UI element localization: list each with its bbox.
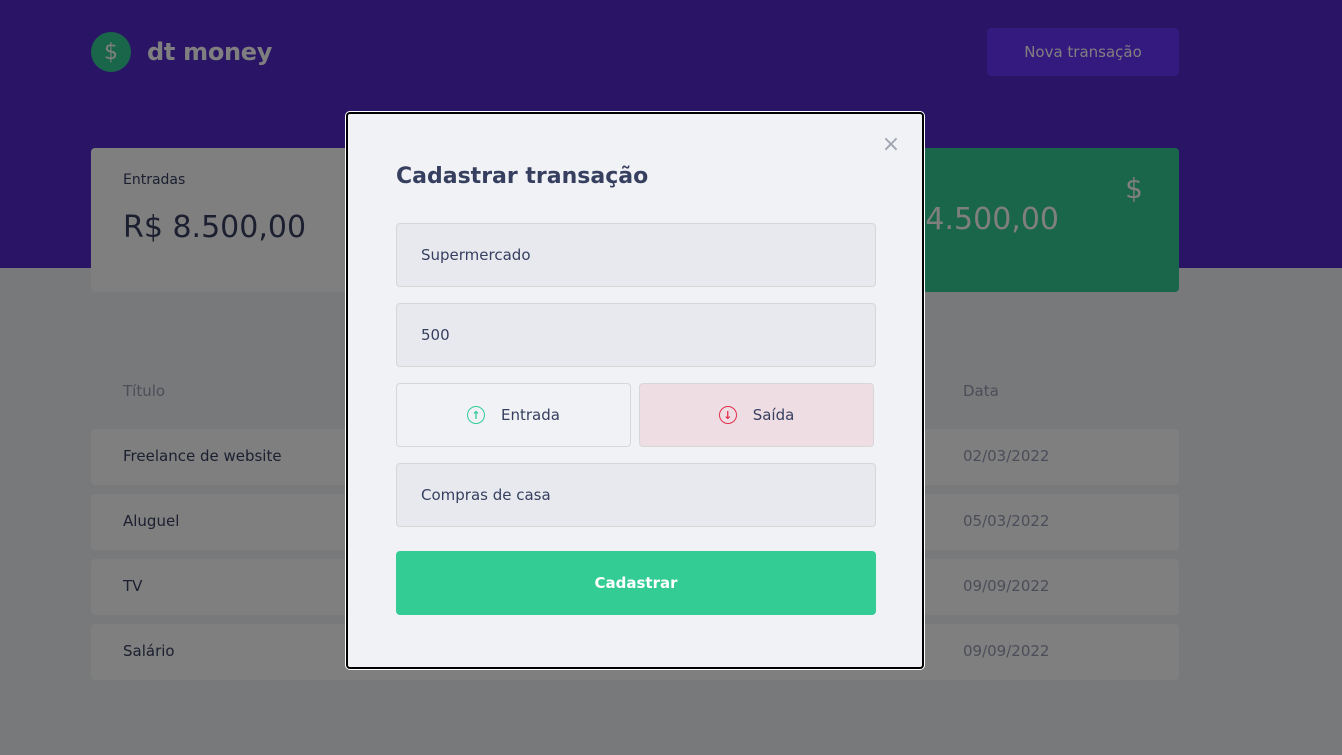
- title-input[interactable]: [396, 223, 876, 287]
- arrow-up-circle-icon: ↑: [467, 406, 486, 424]
- outcome-type-button[interactable]: ↓ Saída: [639, 383, 874, 447]
- submit-button[interactable]: Cadastrar: [396, 551, 876, 615]
- transaction-type-selector: ↑ Entrada ↓ Saída: [396, 383, 874, 447]
- category-input[interactable]: [396, 463, 876, 527]
- income-type-label: Entrada: [501, 406, 560, 424]
- outcome-type-label: Saída: [752, 406, 795, 424]
- arrow-down-circle-icon: ↓: [718, 406, 737, 424]
- close-icon[interactable]: ×: [880, 134, 902, 156]
- income-type-button[interactable]: ↑ Entrada: [396, 383, 631, 447]
- new-transaction-modal: × Cadastrar transação ↑ Entrada ↓ Saída …: [346, 112, 924, 669]
- amount-input[interactable]: [396, 303, 876, 367]
- modal-title: Cadastrar transação: [396, 164, 649, 189]
